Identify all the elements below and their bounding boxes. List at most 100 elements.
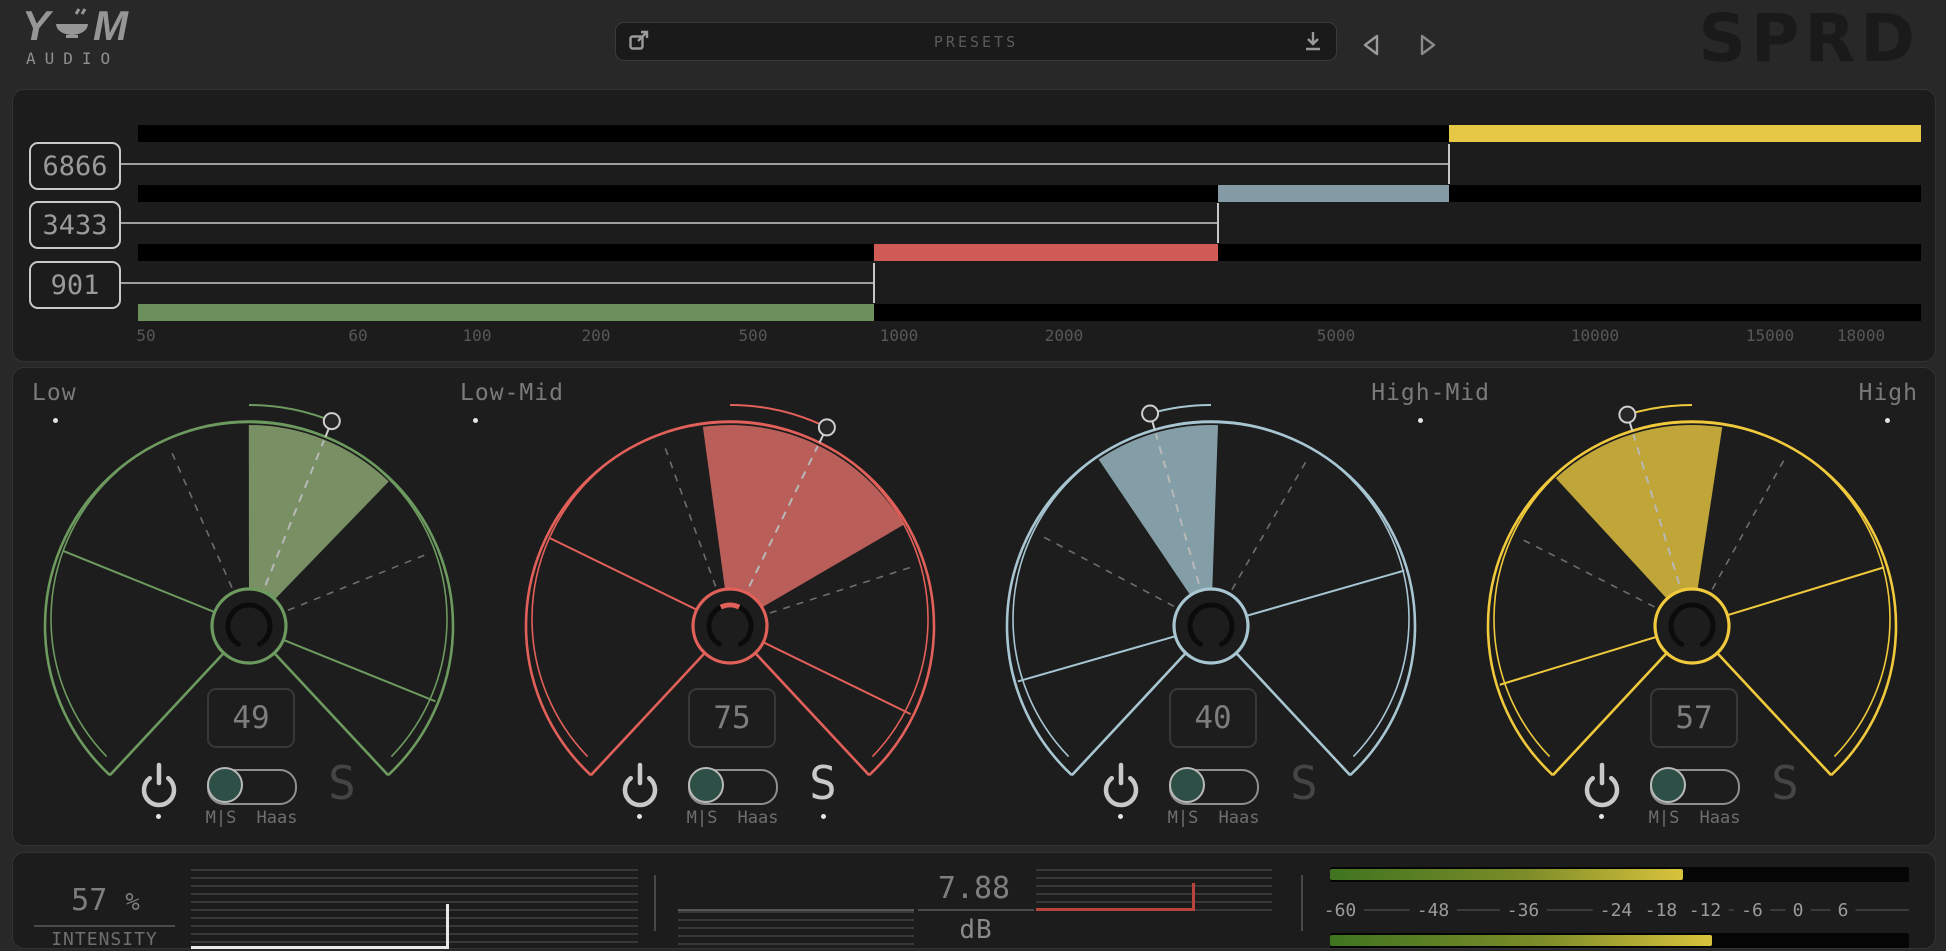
- yum-audio-logo: Y M AUDIO: [22, 6, 129, 68]
- band-indicator-dot: [473, 418, 478, 423]
- presets-bar[interactable]: PRESETS: [615, 22, 1337, 61]
- band-solo-button[interactable]: S: [328, 760, 356, 806]
- crossover-frequency-box[interactable]: 3433: [29, 201, 121, 249]
- meter-scale-label: -36: [1500, 900, 1547, 921]
- intensity-slider[interactable]: [191, 869, 638, 949]
- needle-handle[interactable]: [1619, 407, 1635, 423]
- band-solo-button[interactable]: S: [1771, 760, 1799, 806]
- toggle-knob[interactable]: [1650, 767, 1686, 803]
- gain-slider-fill: [1036, 908, 1192, 911]
- intensity-value: 57 %: [43, 883, 168, 918]
- band-power-button[interactable]: [618, 760, 662, 812]
- dial-knob[interactable]: [1655, 589, 1729, 663]
- knob-solo-arc: [721, 605, 739, 607]
- band-value-box[interactable]: 57: [1650, 688, 1738, 748]
- band-power-button[interactable]: [1580, 760, 1624, 812]
- gain-unit-label: dB: [918, 915, 1034, 945]
- needle-handle[interactable]: [324, 413, 340, 429]
- crossover-line: [113, 282, 874, 284]
- crossover-handle[interactable]: [1217, 203, 1219, 243]
- axis-tick-label: 500: [739, 326, 768, 345]
- crossover-handle[interactable]: [873, 263, 875, 303]
- power-active-dot: [1118, 814, 1123, 819]
- band-power-button[interactable]: [1099, 760, 1143, 812]
- axis-tick-label: 18000: [1837, 326, 1885, 345]
- save-preset-icon[interactable]: [1302, 30, 1324, 52]
- ms-haas-toggle[interactable]: [688, 769, 778, 805]
- footer-controls-panel: 57 % INTENSITY 7.88 dB -60-48-36-24-18-1…: [12, 852, 1936, 949]
- spectrum-row-track: [138, 185, 1921, 202]
- spectrum-band-low: [138, 304, 874, 321]
- range-limit-marker: [663, 442, 716, 587]
- range-limit-marker: [1038, 534, 1174, 606]
- frequency-band-display[interactable]: 6866343390150601002005001000200050001000…: [12, 89, 1936, 362]
- band-power-button[interactable]: [137, 760, 181, 812]
- crossover-line: [113, 222, 1218, 224]
- meter-scale-label: -24: [1593, 900, 1640, 921]
- meter-scale-label: -60: [1317, 900, 1364, 921]
- band-solo-button[interactable]: S: [1290, 760, 1318, 806]
- toggle-knob[interactable]: [688, 767, 724, 803]
- axis-tick-label: 50: [136, 326, 155, 345]
- spectrum-band-high: [1449, 125, 1921, 142]
- toggle-knob[interactable]: [1169, 767, 1205, 803]
- power-active-dot: [637, 814, 642, 819]
- output-meter-left-fill: [1330, 869, 1683, 880]
- next-preset-button[interactable]: [1413, 31, 1441, 59]
- axis-tick-label: 1000: [880, 326, 919, 345]
- band-dials-panel: Low49M|SHaasSLow-Mid75M|SHaasSHigh-Mid40…: [12, 367, 1936, 846]
- ms-haas-toggle[interactable]: [1650, 769, 1740, 805]
- intensity-label: INTENSITY: [34, 929, 175, 950]
- gain-slider-negative[interactable]: [678, 909, 914, 951]
- output-meter-right: [1330, 933, 1909, 948]
- crossover-frequency-box[interactable]: 901: [29, 261, 121, 309]
- output-meter-left: [1330, 867, 1909, 882]
- ms-haas-toggle[interactable]: [1169, 769, 1259, 805]
- axis-tick-label: 2000: [1045, 326, 1084, 345]
- gain-value: 7.88: [914, 871, 1034, 906]
- meter-scale-label: -6: [1734, 900, 1770, 921]
- dial-knob[interactable]: [212, 589, 286, 663]
- gain-divider: [918, 909, 1034, 911]
- range-limit-marker: [1712, 455, 1787, 590]
- band-value-box[interactable]: 40: [1169, 688, 1257, 748]
- power-active-dot: [1599, 814, 1604, 819]
- ms-haas-toggle[interactable]: [207, 769, 297, 805]
- meter-scale-label: 0: [1786, 900, 1811, 921]
- dial-knob[interactable]: [693, 589, 767, 663]
- gain-slider-positive[interactable]: [1036, 869, 1272, 911]
- needle-handle[interactable]: [1142, 406, 1158, 422]
- needle-stub: [819, 435, 823, 443]
- ms-label: M|S: [1649, 808, 1680, 828]
- sprd-product-logo: SPRD: [1698, 0, 1920, 77]
- previous-preset-button[interactable]: [1358, 31, 1386, 59]
- needle-handle[interactable]: [819, 419, 835, 435]
- dial-knob[interactable]: [1174, 589, 1248, 663]
- solo-active-dot: [821, 814, 826, 819]
- spectrum-band-low-mid: [874, 244, 1218, 261]
- range-limit-marker: [169, 447, 232, 588]
- intensity-slider-handle[interactable]: [446, 904, 449, 949]
- needle-stub: [325, 429, 328, 437]
- axis-tick-label: 60: [348, 326, 367, 345]
- crossover-frequency-box[interactable]: 6866: [29, 142, 121, 190]
- ms-label: M|S: [1168, 808, 1199, 828]
- haas-label: Haas: [738, 808, 779, 828]
- logo-text-y: Y: [22, 6, 51, 46]
- gain-slider-handle[interactable]: [1192, 883, 1195, 911]
- toggle-knob[interactable]: [207, 767, 243, 803]
- presets-label: PRESETS: [616, 33, 1336, 51]
- band-value-box[interactable]: 75: [688, 688, 776, 748]
- axis-tick-label: 15000: [1746, 326, 1794, 345]
- range-limit-marker: [1232, 456, 1309, 589]
- needle-outer-curve: [1627, 405, 1692, 415]
- output-meter-right-fill: [1330, 935, 1712, 946]
- crossover-handle[interactable]: [1448, 144, 1450, 184]
- power-active-dot: [156, 814, 161, 819]
- intensity-divider: [34, 925, 175, 927]
- band-value-box[interactable]: 49: [207, 688, 295, 748]
- crossover-line: [113, 163, 1449, 165]
- footer-divider-2: [1301, 875, 1303, 931]
- axis-tick-label: 5000: [1317, 326, 1356, 345]
- band-solo-button[interactable]: S: [809, 760, 837, 806]
